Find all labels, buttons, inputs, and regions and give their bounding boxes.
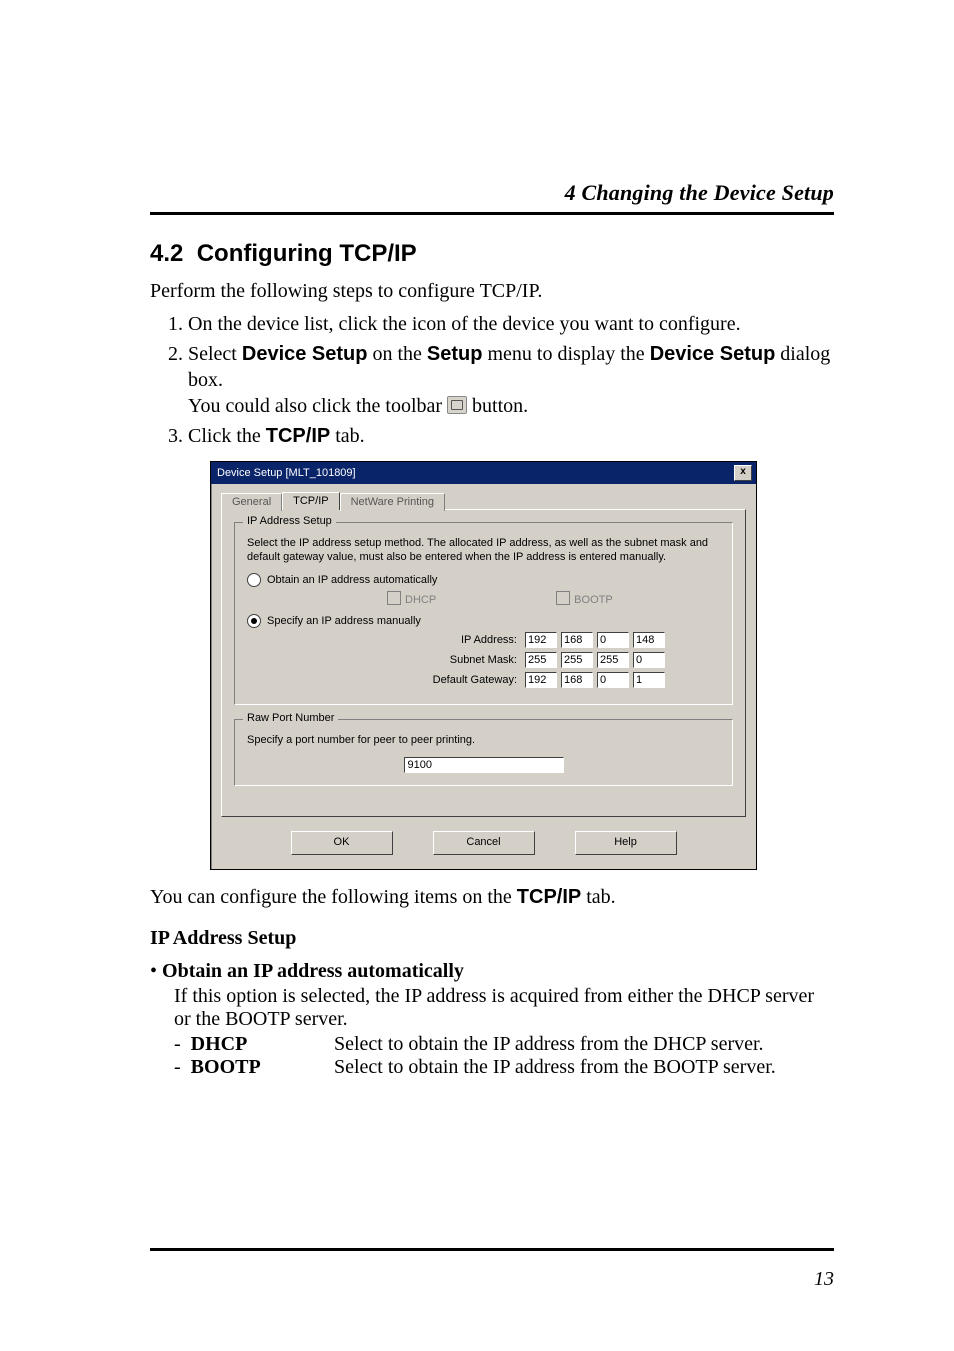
- gw-octet-1[interactable]: 192: [525, 672, 557, 688]
- term-dhcp: DHCP: [191, 1033, 248, 1055]
- step-2-note-b: button.: [467, 395, 528, 417]
- def-bootp: - BOOTP Select to obtain the IP address …: [174, 1056, 834, 1079]
- def-dhcp: - DHCP Select to obtain the IP address f…: [174, 1033, 834, 1056]
- tab-netware[interactable]: NetWare Printing: [340, 493, 445, 511]
- radio-manual-row[interactable]: Specify an IP address manually: [247, 614, 720, 628]
- step-list: On the device list, click the icon of th…: [150, 311, 834, 449]
- checkbox-dhcp-box: [387, 591, 401, 605]
- group-raw-port: Raw Port Number Specify a port number fo…: [234, 719, 733, 787]
- ip-octet-4[interactable]: 148: [633, 632, 665, 648]
- label-subnet-mask: Subnet Mask:: [397, 654, 525, 666]
- desc-bootp: Select to obtain the IP address from the…: [334, 1056, 834, 1079]
- radio-auto[interactable]: [247, 573, 261, 587]
- intro-text: Perform the following steps to configure…: [150, 280, 834, 303]
- checkbox-bootp-box: [556, 591, 570, 605]
- radio-manual[interactable]: [247, 614, 261, 628]
- checkbox-bootp: BOOTP: [556, 591, 613, 606]
- ip-setup-description: Select the IP address setup method. The …: [247, 537, 720, 565]
- gw-octet-3[interactable]: 0: [597, 672, 629, 688]
- tab-general[interactable]: General: [221, 493, 282, 511]
- subhead-ip-address-setup: IP Address Setup: [150, 927, 834, 950]
- label-tcpip-inline: TCP/IP: [517, 886, 581, 908]
- label-default-gateway: Default Gateway:: [397, 674, 525, 686]
- ip-octet-3[interactable]: 0: [597, 632, 629, 648]
- ip-octet-2[interactable]: 168: [561, 632, 593, 648]
- cancel-button[interactable]: Cancel: [433, 831, 535, 855]
- step-3: Click the TCP/IP tab.: [188, 423, 834, 449]
- bullet-obtain-auto: • Obtain an IP address automatically: [150, 960, 834, 983]
- gw-octet-4[interactable]: 1: [633, 672, 665, 688]
- term-bootp: BOOTP: [191, 1056, 261, 1078]
- section-number: 4.2: [150, 240, 183, 267]
- after-dialog-note: You can configure the following items on…: [150, 886, 834, 909]
- radio-manual-label: Specify an IP address manually: [267, 615, 421, 627]
- section-heading: 4.2 Configuring TCP/IP: [150, 240, 834, 268]
- footer-rule: [150, 1248, 834, 1251]
- close-icon[interactable]: x: [734, 465, 752, 481]
- radio-auto-row[interactable]: Obtain an IP address automatically: [247, 573, 720, 587]
- checkbox-dhcp: DHCP: [387, 591, 436, 606]
- group-ip-address-setup: IP Address Setup Select the IP address s…: [234, 522, 733, 705]
- device-setup-dialog: Device Setup [MLT_101809] x General TCP/…: [210, 461, 757, 870]
- desc-dhcp: Select to obtain the IP address from the…: [334, 1033, 834, 1056]
- radio-auto-label: Obtain an IP address automatically: [267, 574, 437, 586]
- mask-octet-2[interactable]: 255: [561, 652, 593, 668]
- raw-port-input[interactable]: 9100: [404, 757, 564, 773]
- dialog-titlebar[interactable]: Device Setup [MLT_101809] x: [211, 462, 756, 484]
- step-2-note-a: You could also click the toolbar: [188, 395, 447, 417]
- ip-octet-1[interactable]: 192: [525, 632, 557, 648]
- section-title: Configuring TCP/IP: [197, 240, 417, 267]
- help-button[interactable]: Help: [575, 831, 677, 855]
- mask-octet-1[interactable]: 255: [525, 652, 557, 668]
- running-header: 4 Changing the Device Setup: [565, 180, 834, 206]
- bullet-obtain-auto-body: If this option is selected, the IP addre…: [174, 985, 834, 1031]
- page-number: 13: [814, 1268, 834, 1291]
- legend-raw-port: Raw Port Number: [243, 712, 338, 724]
- tab-tcpip[interactable]: TCP/IP: [282, 492, 339, 510]
- header-rule: [150, 212, 834, 215]
- ok-button[interactable]: OK: [291, 831, 393, 855]
- step-2: Select Device Setup on the Setup menu to…: [188, 341, 834, 419]
- label-device-setup-2: Device Setup: [650, 343, 776, 365]
- tab-strip: General TCP/IP NetWare Printing: [221, 492, 746, 510]
- dialog-title-text: Device Setup [MLT_101809]: [217, 467, 356, 479]
- tab-panel: IP Address Setup Select the IP address s…: [221, 509, 746, 817]
- label-device-setup: Device Setup: [242, 343, 368, 365]
- mask-octet-4[interactable]: 0: [633, 652, 665, 668]
- raw-port-description: Specify a port number for peer to peer p…: [247, 734, 720, 748]
- mask-octet-3[interactable]: 255: [597, 652, 629, 668]
- step-1: On the device list, click the icon of th…: [188, 311, 834, 337]
- legend-ip-setup: IP Address Setup: [243, 515, 336, 527]
- toolbar-setup-icon: [447, 396, 467, 414]
- label-tcpip-tab: TCP/IP: [266, 425, 330, 447]
- label-ip-address: IP Address:: [397, 634, 525, 646]
- label-setup-menu: Setup: [427, 343, 483, 365]
- gw-octet-2[interactable]: 168: [561, 672, 593, 688]
